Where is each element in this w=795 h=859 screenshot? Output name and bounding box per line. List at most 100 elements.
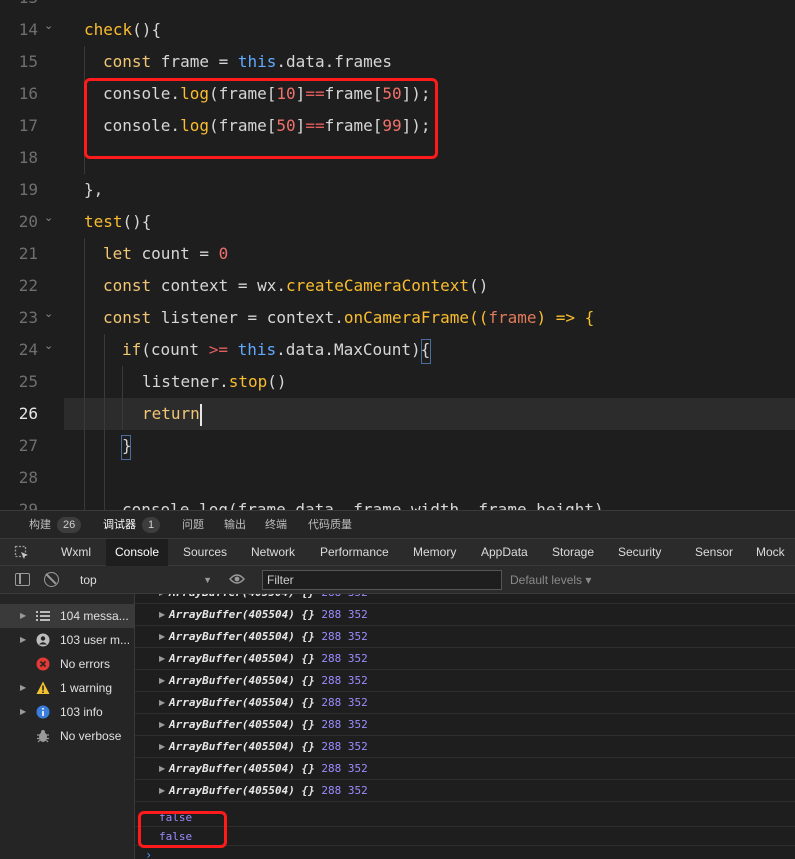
devtools-tab-bar: Wxml Console Sources Network Performance… <box>0 538 795 566</box>
code-line-21: let count = 0 <box>103 244 229 263</box>
code-line-24: if(count >= this.data.MaxCount){ <box>122 340 431 359</box>
line-number: 18 <box>18 148 38 167</box>
devtools-tab-console[interactable]: Console <box>106 539 169 566</box>
log-entry[interactable]: ▶ ArrayBuffer(405504) {} 288 352 <box>135 604 795 626</box>
fold-chevron-icon[interactable]: ⌄ <box>44 212 56 224</box>
devtools-tab-mock[interactable]: Mock <box>747 539 794 566</box>
code-line-25: listener.stop() <box>142 372 287 391</box>
code-line-14: check(){ <box>84 20 162 39</box>
line-number: 13 <box>0 0 38 14</box>
expand-triangle-icon[interactable]: ▶ <box>159 626 165 648</box>
expand-triangle-icon[interactable]: ▶ <box>159 648 165 670</box>
log-entry-text: ArrayBuffer(405504) {} 288 352 <box>169 674 368 687</box>
log-entry-dims: 288 352 <box>321 630 368 643</box>
devtools-tab-network[interactable]: Network <box>242 539 304 566</box>
sidebar-toggle-icon[interactable] <box>15 573 30 586</box>
log-entry[interactable]: ▶ ArrayBuffer(405504) {} 288 352 <box>135 670 795 692</box>
devtools-tab-sources[interactable]: Sources <box>174 539 236 566</box>
devtools-tab-wxml[interactable]: Wxml <box>52 539 100 566</box>
log-entry-text: ArrayBuffer(405504) {} 288 352 <box>169 652 368 665</box>
console-toolbar: top▼ Default levels ▾ <box>0 566 795 594</box>
devtools-tab-memory[interactable]: Memory <box>404 539 465 566</box>
log-entry[interactable]: ▶ ArrayBuffer(405504) {} 288 352 <box>135 758 795 780</box>
filter-input[interactable] <box>262 570 502 590</box>
expand-triangle-icon[interactable]: ▶ <box>159 758 165 780</box>
console-prompt[interactable]: › <box>145 848 152 859</box>
code-editor[interactable]: 13 14 ⌄ 15 16 17 18 19 20 ⌄ 21 22 23 ⌄ 24 ⌄ 25 26 27 28 29 c… <box>0 0 795 510</box>
log-entry[interactable]: ▶ ArrayBuffer(405504) {} 288 352 <box>135 594 795 604</box>
tab-terminal[interactable]: 终端 <box>265 517 287 533</box>
sidebar-item-info[interactable]: ▶ 103 info <box>0 700 134 724</box>
devtools-tab-storage[interactable]: Storage <box>543 539 603 566</box>
annotation-box-console <box>138 811 227 848</box>
code-line-22: const context = wx.createCameraContext() <box>103 276 489 295</box>
log-entry-text: ArrayBuffer(405504) {} 288 352 <box>169 784 368 797</box>
context-select[interactable]: top ▼ <box>74 570 216 590</box>
error-icon <box>36 657 50 671</box>
log-entry-dims: 288 352 <box>321 608 368 621</box>
log-entry[interactable]: ▶ ArrayBuffer(405504) {} 288 352 <box>135 736 795 758</box>
log-entry-dims: 288 352 <box>321 762 368 775</box>
bottom-panel: 构建 26 调试器 1 问题 输出 终端 代码质量 Wxml Console Sou… <box>0 510 795 859</box>
line-number: 27 <box>18 436 38 455</box>
console-sidebar: ▶ 104 messa... ▶ 103 user m... No errors… <box>0 594 135 859</box>
code-line-26: return <box>142 398 202 430</box>
devtools-tab-appdata[interactable]: AppData <box>472 539 537 566</box>
devtools-tab-security[interactable]: Security <box>609 539 670 566</box>
log-levels-select[interactable]: Default levels ▾ <box>510 570 591 590</box>
sidebar-item-errors[interactable]: No errors <box>0 652 134 676</box>
line-number: 21 <box>18 244 38 263</box>
devtools-tab-sensor[interactable]: Sensor <box>686 539 742 566</box>
tab-debugger[interactable]: 调试器 1 <box>103 517 161 533</box>
log-entry[interactable]: ▶ ArrayBuffer(405504) {} 288 352 <box>135 692 795 714</box>
list-icon <box>36 611 50 621</box>
sidebar-item-warnings[interactable]: ▶ 1 warning <box>0 676 134 700</box>
fold-chevron-icon[interactable]: ⌄ <box>44 308 56 320</box>
inspect-element-icon[interactable] <box>14 545 30 561</box>
user-icon <box>36 633 50 647</box>
fold-chevron-icon[interactable]: ⌄ <box>44 340 56 352</box>
info-icon <box>36 705 50 719</box>
clear-console-icon[interactable] <box>44 572 59 587</box>
line-number: 25 <box>18 372 38 391</box>
log-entry[interactable]: ▶ ArrayBuffer(405504) {} 288 352 <box>135 714 795 736</box>
bug-icon <box>37 730 49 743</box>
code-line-23: const listener = context.onCameraFrame((… <box>103 308 595 327</box>
log-result-false: false <box>135 808 795 827</box>
panel-tab-bar: 构建 26 调试器 1 问题 输出 终端 代码质量 <box>0 510 795 538</box>
log-entry-text: ArrayBuffer(405504) {} 288 352 <box>169 762 368 775</box>
log-entry[interactable]: ▶ ArrayBuffer(405504) {} 288 352 <box>135 648 795 670</box>
sidebar-item-user-messages[interactable]: ▶ 103 user m... <box>0 628 134 652</box>
fold-chevron-icon[interactable]: ⌄ <box>44 20 56 32</box>
expand-triangle-icon: ▶ <box>20 611 27 620</box>
expand-triangle-icon[interactable]: ▶ <box>159 670 165 692</box>
tab-code-quality[interactable]: 代码质量 <box>308 517 352 533</box>
bracket-match <box>121 435 131 460</box>
expand-triangle-icon[interactable]: ▶ <box>159 780 165 802</box>
expand-triangle-icon[interactable]: ▶ <box>159 736 165 758</box>
devtools-tab-performance[interactable]: Performance <box>311 539 398 566</box>
tab-output[interactable]: 输出 <box>224 517 246 533</box>
bracket-match <box>421 339 431 364</box>
expand-triangle-icon[interactable]: ▶ <box>159 714 165 736</box>
line-number: 20 <box>18 212 38 231</box>
tab-problems[interactable]: 问题 <box>182 517 204 533</box>
build-count-badge: 26 <box>57 517 82 533</box>
line-number: 16 <box>18 84 38 103</box>
log-entry-dims: 288 352 <box>321 696 368 709</box>
console-log-area[interactable]: ▶ ArrayBuffer(405504) {} 288 352 ▶ ArrayBuf… <box>135 594 795 859</box>
sidebar-item-messages[interactable]: ▶ 104 messa... <box>0 604 134 628</box>
eye-icon[interactable] <box>229 573 245 585</box>
code-line-20: test(){ <box>84 212 152 231</box>
log-entry[interactable]: ▶ ArrayBuffer(405504) {} 288 352 <box>135 780 795 802</box>
tab-build[interactable]: 构建 26 <box>29 517 82 533</box>
log-entry[interactable]: ▶ ArrayBuffer(405504) {} 288 352 <box>135 626 795 648</box>
sidebar-item-verbose[interactable]: No verbose <box>0 724 134 748</box>
expand-triangle-icon[interactable]: ▶ <box>159 692 165 714</box>
indent-guide <box>84 238 85 510</box>
log-entry-dims: 288 352 <box>321 718 368 731</box>
log-entry-dims: 288 352 <box>321 652 368 665</box>
expand-triangle-icon[interactable]: ▶ <box>159 594 165 604</box>
expand-triangle-icon[interactable]: ▶ <box>159 604 165 626</box>
warning-icon <box>36 681 50 694</box>
